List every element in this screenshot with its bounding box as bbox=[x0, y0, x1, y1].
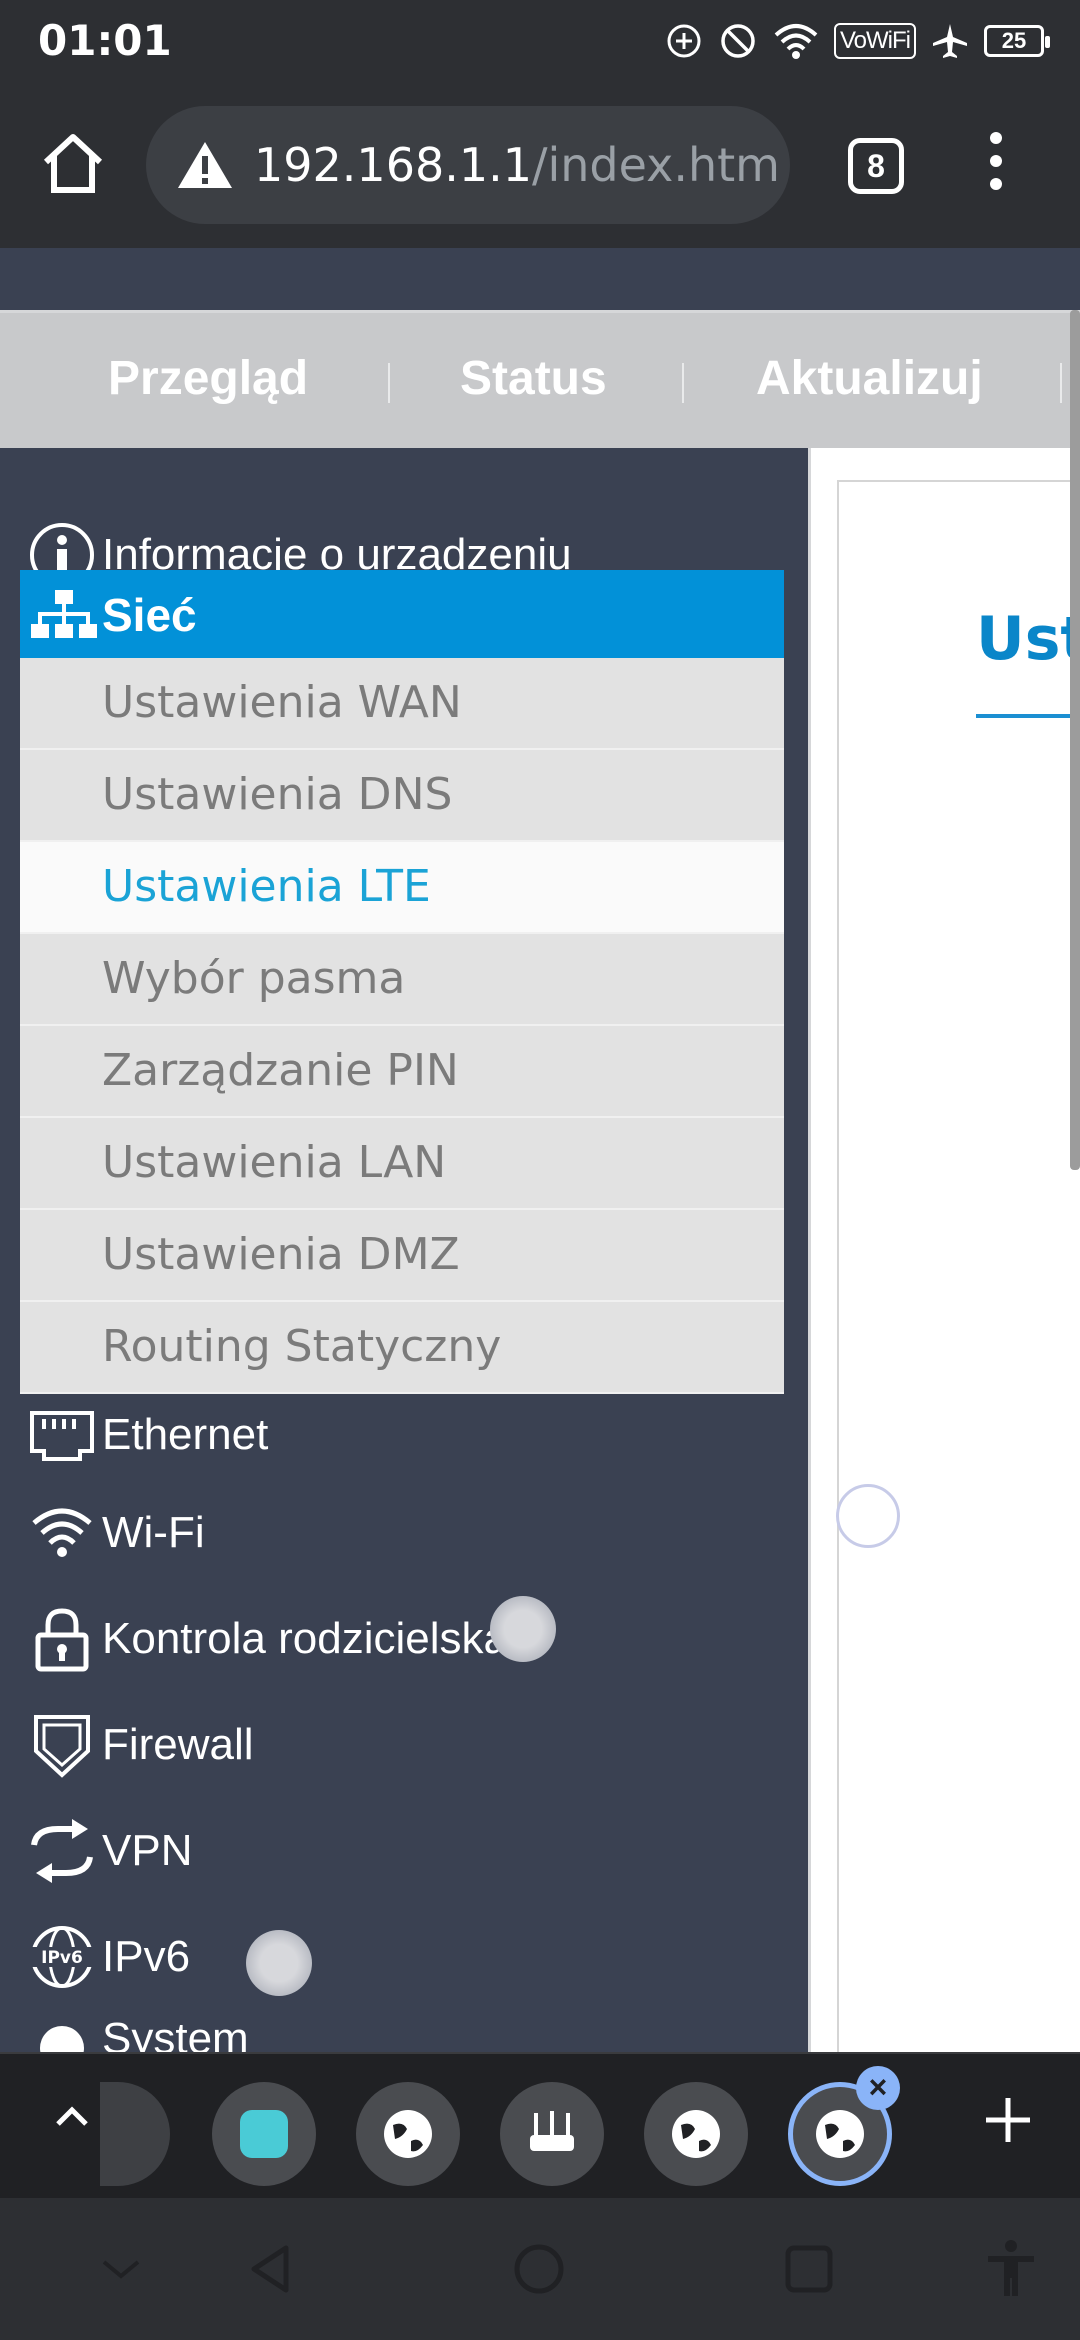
home-circle-icon[interactable] bbox=[506, 2236, 572, 2302]
svg-text:IPv6: IPv6 bbox=[41, 1948, 83, 1968]
page-title: Usta bbox=[976, 604, 1080, 674]
sidebar-item-firewall[interactable]: Firewall bbox=[0, 1700, 808, 1790]
not-secure-warning-icon[interactable] bbox=[176, 139, 234, 191]
url-path: /index.htm bbox=[532, 138, 780, 192]
network-icon bbox=[31, 590, 97, 638]
sidebar-item-ipv6[interactable]: IPv6 IPv6 bbox=[0, 1912, 808, 2002]
ethernet-port-icon bbox=[30, 1411, 94, 1461]
vpn-arrows-icon bbox=[31, 1819, 93, 1883]
sidebar: Informacje o urządzeniu Sieć Ustawienia … bbox=[0, 448, 808, 2052]
data-saver-icon bbox=[667, 24, 701, 58]
recents-icon[interactable] bbox=[776, 2236, 842, 2302]
tab-bubble-tplink[interactable] bbox=[212, 2082, 316, 2186]
nav-przeglad[interactable]: Przegląd bbox=[108, 351, 308, 406]
clock: 01:01 bbox=[38, 16, 172, 65]
submenu-band-selection[interactable]: Wybór pasma bbox=[20, 934, 784, 1026]
sidebar-item-label: Firewall bbox=[102, 1720, 254, 1769]
wifi-icon bbox=[32, 1508, 92, 1557]
home-icon[interactable] bbox=[38, 128, 108, 198]
address-bar[interactable]: 192.168.1.1/index.htm bbox=[146, 106, 790, 224]
gear-icon bbox=[40, 2026, 84, 2052]
sidebar-item-system[interactable]: System bbox=[0, 2008, 808, 2052]
nav-separator bbox=[388, 363, 390, 403]
router-top-nav: Przegląd Status Aktualizuj bbox=[0, 310, 1080, 448]
sidebar-item-ethernet[interactable]: Ethernet bbox=[0, 1390, 808, 1480]
nav-separator bbox=[682, 363, 684, 403]
tab-switcher-button[interactable]: 8 bbox=[848, 138, 904, 194]
submenu-dmz-settings[interactable]: Ustawienia DMZ bbox=[20, 1210, 784, 1302]
network-submenu: Ustawienia WAN Ustawienia DNS Ustawienia… bbox=[20, 658, 784, 1394]
touch-indicator bbox=[490, 1596, 556, 1662]
system-nav-bar bbox=[0, 2198, 1080, 2340]
accessibility-icon[interactable] bbox=[978, 2236, 1044, 2302]
browser-toolbar: 192.168.1.1/index.htm 8 bbox=[0, 82, 1080, 248]
touch-indicator bbox=[246, 1930, 312, 1996]
url-host: 192.168.1.1 bbox=[254, 138, 532, 192]
sidebar-item-label: System bbox=[102, 2014, 249, 2052]
nav-status[interactable]: Status bbox=[460, 351, 607, 406]
globe-icon bbox=[384, 2110, 432, 2158]
shield-icon bbox=[34, 1715, 90, 1778]
status-icons: VoWiFi 25 bbox=[664, 16, 1050, 66]
sidebar-item-label: Wi-Fi bbox=[102, 1508, 205, 1557]
tab-strip: × bbox=[0, 2052, 1080, 2198]
loading-spinner bbox=[836, 1484, 900, 1548]
content-pane bbox=[808, 448, 1080, 2052]
title-underline bbox=[976, 714, 1080, 718]
submenu-dns-settings[interactable]: Ustawienia DNS bbox=[20, 750, 784, 842]
tab-bubble-partial[interactable] bbox=[100, 2082, 170, 2186]
sidebar-item-label: VPN bbox=[102, 1826, 193, 1875]
tab-bubble-globe[interactable] bbox=[356, 2082, 460, 2186]
back-icon[interactable] bbox=[238, 2236, 304, 2302]
chevron-up-icon[interactable] bbox=[52, 2096, 92, 2136]
sidebar-item-vpn[interactable]: VPN bbox=[0, 1806, 808, 1896]
sidebar-item-label: Ethernet bbox=[102, 1410, 269, 1459]
router-icon bbox=[530, 2111, 574, 2151]
do-not-disturb-icon bbox=[721, 24, 755, 58]
vowifi-badge: VoWiFi bbox=[833, 23, 916, 59]
submenu-static-routing[interactable]: Routing Statyczny bbox=[20, 1302, 784, 1394]
battery-icon: 25 bbox=[984, 25, 1050, 57]
status-bar: 01:01 VoWiFi 25 bbox=[0, 0, 1080, 82]
page-scrollbar[interactable] bbox=[1070, 310, 1080, 1170]
close-tab-icon[interactable]: × bbox=[856, 2066, 900, 2110]
sidebar-section-network[interactable]: Sieć bbox=[20, 570, 784, 658]
lock-icon bbox=[35, 1608, 89, 1672]
chevron-down-icon[interactable] bbox=[88, 2236, 154, 2302]
section-label: Sieć bbox=[102, 589, 197, 641]
web-content: Przegląd Status Aktualizuj Informacje o … bbox=[0, 248, 1080, 2052]
tab-bubble-globe[interactable] bbox=[644, 2082, 748, 2186]
submenu-lte-settings[interactable]: Ustawienia LTE bbox=[20, 842, 784, 934]
nav-aktualizuj[interactable]: Aktualizuj bbox=[756, 351, 983, 406]
nav-separator bbox=[1060, 363, 1062, 403]
sidebar-item-wifi[interactable]: Wi-Fi bbox=[0, 1488, 808, 1578]
submenu-wan-settings[interactable]: Ustawienia WAN bbox=[20, 658, 784, 750]
url-text[interactable]: 192.168.1.1/index.htm bbox=[254, 138, 780, 192]
new-tab-plus-icon[interactable] bbox=[982, 2094, 1034, 2146]
sidebar-item-label: IPv6 bbox=[102, 1932, 191, 1981]
globe-icon bbox=[816, 2110, 864, 2158]
submenu-pin-management[interactable]: Zarządzanie PIN bbox=[20, 1026, 784, 1118]
globe-ipv6-icon: IPv6 bbox=[28, 1926, 96, 1988]
sidebar-item-parental-control[interactable]: Kontrola rodzicielska bbox=[0, 1594, 808, 1684]
tab-bubble-router[interactable] bbox=[500, 2082, 604, 2186]
wifi-signal-icon bbox=[774, 24, 818, 59]
submenu-lan-settings[interactable]: Ustawienia LAN bbox=[20, 1118, 784, 1210]
overflow-menu-icon[interactable] bbox=[978, 132, 1014, 202]
globe-icon bbox=[672, 2110, 720, 2158]
sidebar-item-label: Kontrola rodzicielska bbox=[102, 1614, 508, 1663]
airplane-mode-icon bbox=[933, 24, 967, 58]
